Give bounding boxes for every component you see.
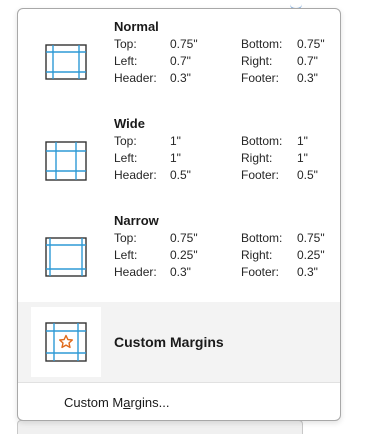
left-value: 0.25" — [170, 248, 198, 262]
header-label: Header: — [114, 71, 157, 85]
custom-margins-command[interactable]: Custom Margins... — [18, 383, 340, 420]
option-title: Wide — [114, 116, 145, 131]
footer-label: Footer: — [241, 71, 280, 85]
underlying-control-edge — [17, 420, 303, 434]
left-value: 0.7" — [170, 54, 191, 68]
option-title: Narrow — [114, 213, 159, 228]
header-value: 0.3" — [170, 71, 191, 85]
bottom-value: 1" — [297, 134, 308, 148]
margins-option-normal[interactable]: Normal Top: 0.75" Bottom: 0.75" Left: 0.… — [18, 15, 340, 111]
bottom-label: Bottom: — [241, 37, 283, 51]
right-value: 0.7" — [297, 54, 318, 68]
footer-value: 0.5" — [297, 168, 318, 182]
option-title: Custom Margins — [114, 334, 224, 350]
custom-margins-star-icon — [31, 307, 101, 377]
footer-value: 0.3" — [297, 71, 318, 85]
margins-normal-icon — [31, 29, 101, 99]
margins-wide-icon — [31, 126, 101, 196]
header-value: 0.3" — [170, 265, 191, 279]
right-value: 1" — [297, 151, 308, 165]
bottom-label: Bottom: — [241, 231, 283, 245]
background-area — [341, 0, 367, 434]
bottom-value: 0.75" — [297, 37, 325, 51]
margins-option-wide[interactable]: Wide Top: 1" Bottom: 1" Left: 1" Right: … — [18, 112, 340, 208]
bottom-label: Bottom: — [241, 134, 283, 148]
bottom-value: 0.75" — [297, 231, 325, 245]
right-label: Right: — [241, 248, 273, 262]
top-value: 0.75" — [170, 37, 198, 51]
header-label: Header: — [114, 168, 157, 182]
right-label: Right: — [241, 54, 273, 68]
option-title: Normal — [114, 19, 159, 34]
margins-narrow-icon — [31, 223, 101, 293]
right-value: 0.25" — [297, 248, 325, 262]
top-label: Top: — [114, 134, 137, 148]
header-value: 0.5" — [170, 168, 191, 182]
top-label: Top: — [114, 37, 137, 51]
right-label: Right: — [241, 151, 273, 165]
left-label: Left: — [114, 248, 138, 262]
footer-value: 0.3" — [297, 265, 318, 279]
left-label: Left: — [114, 151, 138, 165]
margins-option-narrow[interactable]: Narrow Top: 0.75" Bottom: 0.75" Left: 0.… — [18, 209, 340, 305]
left-label: Left: — [114, 54, 138, 68]
top-value: 1" — [170, 134, 181, 148]
footer-label: Footer: — [241, 168, 280, 182]
custom-margins-command-label: Custom Margins... — [64, 395, 170, 410]
top-value: 0.75" — [170, 231, 198, 245]
margins-option-custom[interactable]: Custom Margins — [18, 302, 340, 382]
header-label: Header: — [114, 265, 157, 279]
footer-label: Footer: — [241, 265, 280, 279]
top-label: Top: — [114, 231, 137, 245]
margins-dropdown: Normal Top: 0.75" Bottom: 0.75" Left: 0.… — [17, 8, 341, 421]
left-value: 1" — [170, 151, 181, 165]
